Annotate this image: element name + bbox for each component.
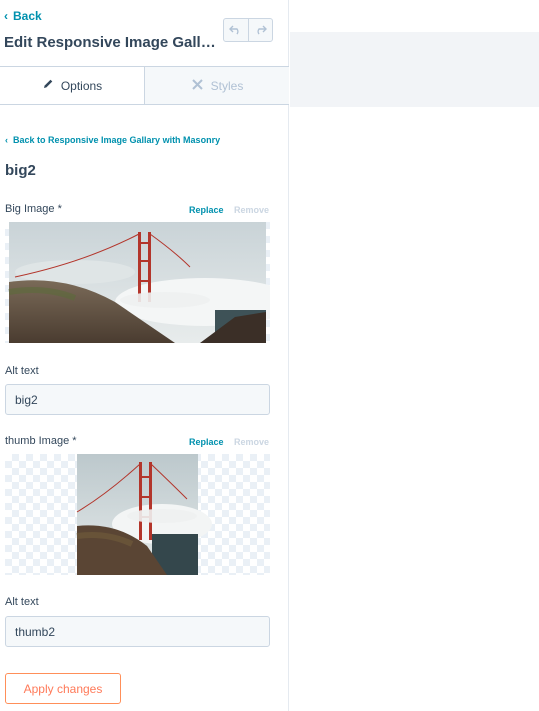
breadcrumb-back-link[interactable]: ‹ Back to Responsive Image Gallary with … (5, 135, 220, 145)
tab-options-label: Options (60, 78, 103, 93)
big-image-label: Big Image * (5, 203, 62, 215)
bridge-photo (8, 222, 270, 343)
back-label: Back (13, 9, 42, 23)
thumb-image-alt-input[interactable] (5, 616, 270, 647)
thumb-image-label: thumb Image * (5, 435, 77, 447)
thumb-image-remove-link[interactable]: Remove (234, 437, 269, 447)
editor-sidebar: ‹ Back Edit Responsive Image Gallary wit… (0, 0, 289, 711)
back-link[interactable]: ‹ Back (4, 9, 42, 23)
apply-changes-button[interactable]: Apply changes (5, 673, 121, 704)
big-image-remove-link[interactable]: Remove (234, 205, 269, 215)
big-image-alt-label: Alt text (5, 365, 39, 377)
tab-styles-label: Styles (210, 78, 244, 93)
thumb-image-replace-link[interactable]: Replace (189, 437, 224, 447)
chevron-left-icon: ‹ (5, 135, 8, 145)
preview-area (290, 0, 539, 711)
thumb-image-preview[interactable] (5, 454, 270, 575)
bridge-thumb-photo (76, 454, 212, 575)
preview-band (290, 32, 539, 107)
breadcrumb-label: Back to Responsive Image Gallary with Ma… (13, 135, 221, 145)
tab-options[interactable]: Options (0, 67, 145, 104)
undo-icon[interactable] (224, 19, 249, 41)
big-image-preview[interactable] (5, 222, 270, 343)
editor-tabs: Options Styles (0, 66, 289, 105)
chevron-left-icon: ‹ (4, 9, 8, 23)
big-image-replace-link[interactable]: Replace (189, 205, 224, 215)
page-title: Edit Responsive Image Gallary with Mason… (4, 34, 216, 51)
styles-icon (191, 78, 204, 94)
section-title: big2 (5, 162, 36, 179)
redo-icon[interactable] (249, 19, 273, 41)
tab-styles[interactable]: Styles (145, 67, 289, 104)
thumb-image-alt-label: Alt text (5, 596, 39, 608)
big-image-alt-input[interactable] (5, 384, 270, 415)
undo-redo-group (223, 18, 273, 42)
pencil-icon (42, 78, 54, 93)
